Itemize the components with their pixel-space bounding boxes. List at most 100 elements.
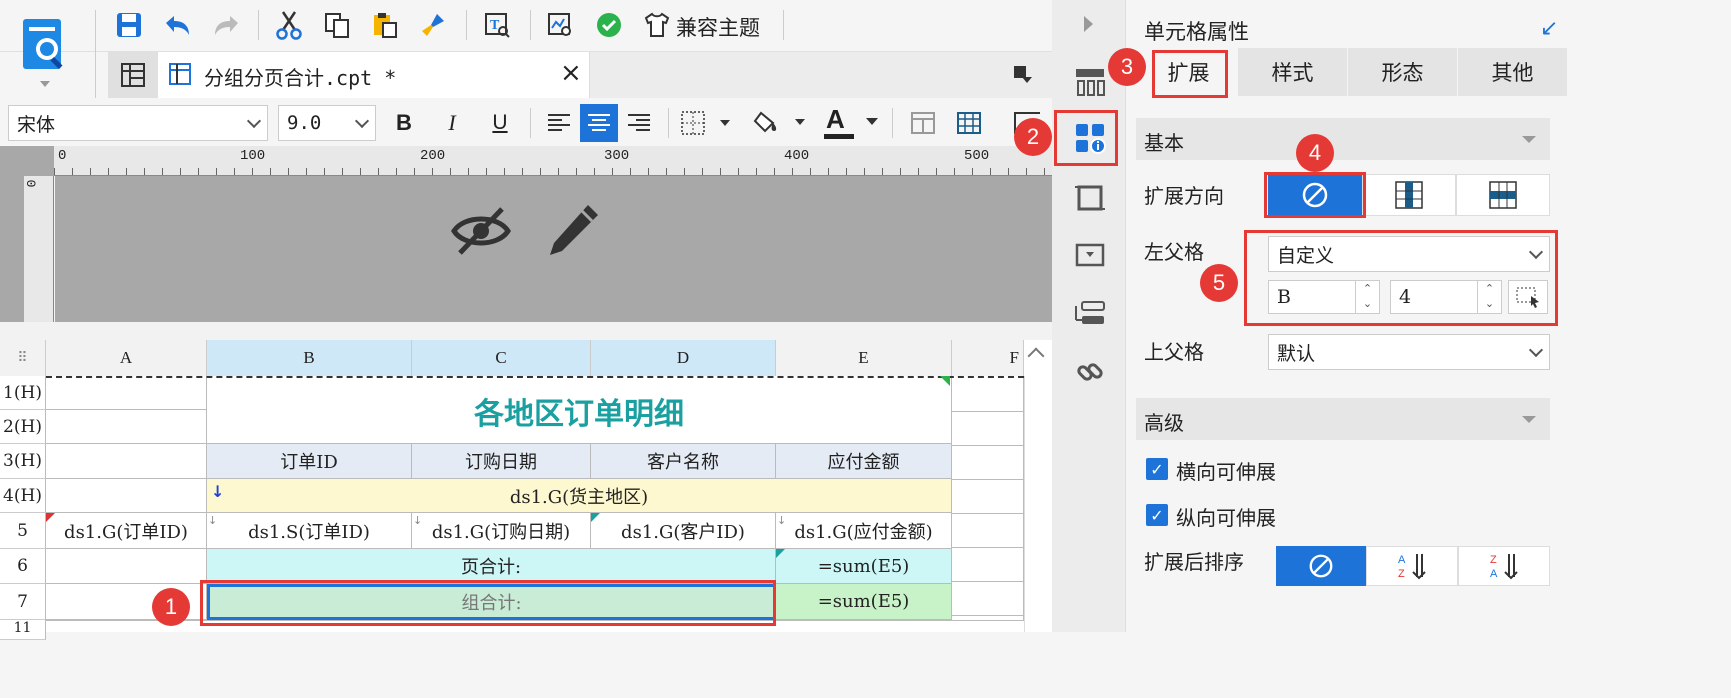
undo-icon[interactable]: [160, 8, 194, 42]
vertical-scrollbar[interactable]: [1024, 376, 1052, 632]
cell-b5[interactable]: ds1.S(订单ID): [207, 513, 412, 549]
app-menu-icon[interactable]: [20, 12, 70, 92]
tab-menu-icon[interactable]: [1008, 60, 1036, 88]
header-customer-name[interactable]: 客户名称: [591, 444, 776, 479]
left-parent-row-spinner[interactable]: 4 ⌃ ⌄: [1390, 280, 1502, 314]
border-icon[interactable]: [678, 106, 734, 140]
font-size-select[interactable]: 9.0: [278, 105, 376, 141]
panel-pin-icon[interactable]: ↙: [1540, 16, 1558, 41]
expand-horizontal-option[interactable]: [1456, 174, 1550, 216]
expand-vertical-option[interactable]: [1362, 174, 1456, 216]
merge-cells-icon[interactable]: [906, 106, 940, 140]
col-header-f[interactable]: F: [952, 340, 1024, 376]
cell-f-column[interactable]: [952, 378, 1024, 620]
hide-eye-icon[interactable]: [448, 200, 514, 262]
tab-form[interactable]: 形态: [1348, 48, 1458, 96]
row-header-11[interactable]: 11: [0, 620, 46, 640]
cell-properties-icon[interactable]: [1070, 118, 1110, 158]
align-center-icon[interactable]: [580, 104, 618, 142]
sort-desc-option[interactable]: ZA: [1458, 546, 1550, 586]
cell-a6[interactable]: [46, 549, 207, 584]
close-tab-icon[interactable]: ×: [560, 58, 582, 88]
check-circle-icon[interactable]: [592, 8, 626, 42]
theme-shirt-icon[interactable]: [640, 8, 674, 42]
section-basic-header[interactable]: 基本: [1136, 118, 1550, 160]
ruler-mark-100: 100: [240, 148, 266, 164]
redo-icon[interactable]: [210, 8, 244, 42]
widget-icon[interactable]: [1070, 236, 1110, 276]
italic-button[interactable]: I: [436, 106, 468, 140]
text-preview-icon[interactable]: T: [480, 8, 514, 42]
cell-c5[interactable]: ds1.G(订购日期): [412, 513, 591, 549]
tab-other[interactable]: 其他: [1458, 48, 1568, 96]
col-header-e[interactable]: E: [776, 340, 952, 376]
edit-pencil-icon[interactable]: [540, 198, 606, 264]
cell-a5[interactable]: ds1.G(订单ID): [46, 513, 207, 549]
cell-d5[interactable]: ds1.G(客户ID): [591, 513, 776, 549]
template-structure-icon[interactable]: [1070, 62, 1110, 102]
sort-asc-option[interactable]: AZ: [1366, 546, 1458, 586]
grid-cells-icon[interactable]: [952, 106, 986, 140]
header-order-date[interactable]: 订购日期: [412, 444, 591, 479]
col-header-c[interactable]: C: [412, 340, 591, 376]
row-header-2[interactable]: 2(H): [0, 410, 46, 444]
header-amount[interactable]: 应付金额: [776, 444, 952, 479]
expand-none-option[interactable]: [1268, 174, 1362, 216]
sheet-switch-icon[interactable]: [108, 52, 158, 98]
page-total-sum-cell[interactable]: =sum(E5): [776, 549, 952, 584]
left-parent-select[interactable]: 自定义: [1268, 236, 1550, 272]
header-order-id[interactable]: 订单ID: [207, 444, 412, 479]
spinner-arrows-icon[interactable]: ⌃ ⌄: [1477, 281, 1501, 313]
up-parent-select[interactable]: 默认: [1268, 334, 1550, 370]
v-expand-checkbox[interactable]: ✓: [1146, 504, 1168, 526]
region-group-cell[interactable]: ds1.G(货主地区): [207, 479, 952, 513]
align-right-icon[interactable]: [622, 106, 656, 140]
underline-button[interactable]: U: [484, 106, 516, 140]
collapse-panel-icon[interactable]: [1084, 16, 1093, 32]
ruler-corner: [0, 146, 54, 176]
row-header-4[interactable]: 4(H): [0, 479, 46, 513]
paste-icon[interactable]: [368, 8, 402, 42]
hyperlink-icon[interactable]: [1070, 352, 1110, 392]
group-total-sum-cell[interactable]: =sum(E5): [776, 584, 952, 620]
cell-a1[interactable]: [46, 378, 207, 410]
row-header-7[interactable]: 7: [0, 584, 46, 620]
cell-a2[interactable]: [46, 410, 207, 444]
tab-style[interactable]: 样式: [1238, 48, 1348, 96]
group-total-cell[interactable]: 组合计:: [207, 584, 776, 620]
bold-button[interactable]: B: [388, 106, 420, 140]
file-tab[interactable]: 分组分页合计.cpt * ×: [158, 52, 590, 98]
cell-a3[interactable]: [46, 444, 207, 479]
col-header-a[interactable]: A: [46, 340, 207, 376]
fill-color-icon[interactable]: [752, 106, 808, 140]
copy-icon[interactable]: [320, 8, 354, 42]
h-expand-checkbox[interactable]: ✓: [1146, 458, 1168, 480]
spinner-arrows-icon[interactable]: ⌃ ⌄: [1355, 281, 1379, 313]
align-left-icon[interactable]: [542, 106, 576, 140]
row-header-5[interactable]: 5: [0, 513, 46, 549]
page-total-cell[interactable]: 页合计:: [207, 549, 776, 584]
chart-preview-icon[interactable]: [543, 8, 577, 42]
tab-expand[interactable]: 扩展: [1140, 48, 1238, 96]
save-icon[interactable]: [112, 8, 146, 42]
row-header-3[interactable]: 3(H): [0, 444, 46, 479]
select-cell-icon[interactable]: [1508, 280, 1548, 314]
compat-theme-button[interactable]: 兼容主题: [676, 12, 760, 42]
cell-e5[interactable]: ds1.G(应付金额): [776, 513, 952, 549]
font-color-button[interactable]: A: [822, 104, 882, 142]
col-header-b[interactable]: B: [207, 340, 412, 376]
font-select[interactable]: 宋体: [8, 105, 268, 141]
format-painter-icon[interactable]: [416, 8, 450, 42]
float-element-icon[interactable]: [1070, 178, 1110, 218]
sort-none-option[interactable]: [1276, 546, 1366, 586]
select-all-corner[interactable]: ⠿: [0, 340, 46, 376]
condition-attribute-icon[interactable]: [1070, 294, 1110, 334]
cell-a4[interactable]: [46, 479, 207, 513]
col-header-d[interactable]: D: [591, 340, 776, 376]
left-parent-col-spinner[interactable]: B ⌃ ⌄: [1268, 280, 1380, 314]
report-title-cell[interactable]: 各地区订单明细: [207, 378, 952, 444]
row-header-1[interactable]: 1(H): [0, 376, 46, 410]
section-advanced-header[interactable]: 高级: [1136, 398, 1550, 440]
cut-icon[interactable]: [272, 8, 306, 42]
row-header-6[interactable]: 6: [0, 549, 46, 584]
